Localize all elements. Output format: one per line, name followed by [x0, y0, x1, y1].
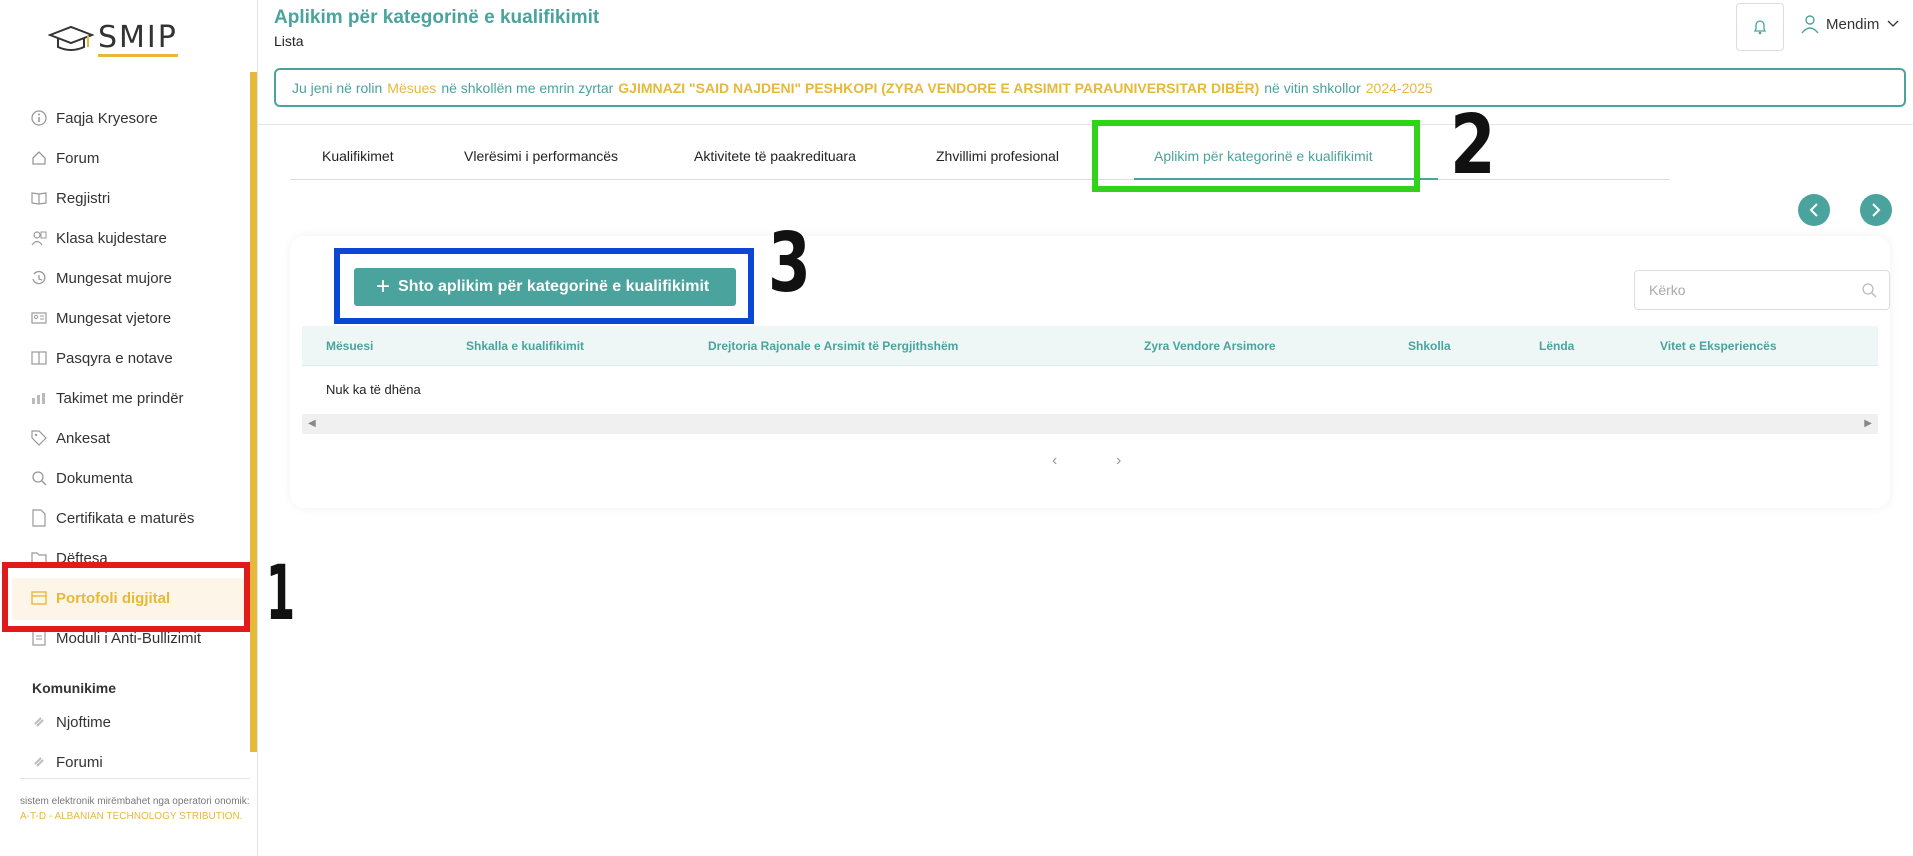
tag-icon [30, 429, 48, 447]
history-icon [30, 269, 48, 287]
book-open-icon [30, 349, 48, 367]
sidebar-item-label: Mungesat vjetore [56, 309, 172, 327]
sidebar-item-label: Forumi [56, 753, 103, 771]
tab-vleresimi-performances[interactable]: Vlerësimi i performancës [464, 148, 618, 164]
search-icon [1862, 283, 1877, 298]
user-name: Mendim [1826, 15, 1880, 33]
info-icon [30, 109, 48, 127]
applications-card: + Shto aplikim për kategorinë e kualifik… [290, 216, 1890, 508]
annotation-blue-box [334, 248, 754, 324]
next-button[interactable] [1860, 194, 1892, 226]
section-title-komunikime: Komunikime [32, 680, 117, 696]
column-header-lenda[interactable]: Lënda [1539, 339, 1574, 353]
sidebar-item-label: Regjistri [56, 189, 111, 207]
search-input[interactable]: Kërko [1634, 270, 1890, 310]
role-text-2: në shkollën me emrin zyrtar [441, 79, 614, 96]
table-horizontal-scrollbar[interactable]: ◀ ▶ [302, 414, 1878, 434]
empty-table-message: Nuk ka të dhëna [326, 382, 421, 397]
footer-prefix: sistem elektronik mirëmbahet nga operato… [20, 796, 250, 807]
table-header: Mësuesi Shkalla e kualifikimit Drejtoria… [302, 326, 1878, 366]
sidebar-item-dokumenta[interactable]: Dokumenta [30, 464, 133, 492]
sidebar-item-label: Mungesat mujore [56, 269, 172, 287]
sidebar-item-label: Ankesat [56, 429, 111, 447]
class-icon [30, 229, 48, 247]
file-icon [30, 509, 48, 527]
role-text-1: Ju jeni në rolin [292, 79, 383, 96]
sidebar-item-ankesat[interactable]: Ankesat [30, 424, 110, 452]
column-header-drejtoria[interactable]: Drejtoria Rajonale e Arsimit të Pergjith… [708, 339, 958, 353]
page-subtitle: Lista [274, 33, 304, 49]
tab-zhvillimi-profesional[interactable]: Zhvillimi profesional [936, 148, 1059, 164]
main-content: Aplikim për kategorinë e kualifikimit Li… [258, 0, 1913, 856]
annotation-number-2: 2 [1450, 98, 1496, 193]
sidebar-item-label: Klasa kujdestare [56, 229, 167, 247]
sidebar-item-klasa-kujdestare[interactable]: Klasa kujdestare [30, 224, 167, 252]
page-title: Aplikim për kategorinë e kualifikimit [274, 7, 600, 28]
sidebar-item-faqja-kryesore[interactable]: Faqja Kryesore [30, 104, 158, 132]
role-info-bar: Ju jeni në rolin Mësues në shkollën me e… [274, 68, 1906, 107]
scroll-left-icon[interactable]: ◀ [308, 418, 316, 429]
graduation-cap-icon [48, 25, 94, 51]
id-card-icon [30, 309, 48, 327]
sidebar-item-label: Takimet me prindër [56, 389, 184, 407]
chevron-left-icon [1809, 203, 1818, 217]
home-icon [30, 149, 48, 167]
notifications-button[interactable] [1736, 3, 1784, 51]
smip-logo[interactable]: SMIP [48, 20, 198, 60]
chevron-right-icon [1872, 203, 1881, 217]
column-header-zyra-vendore[interactable]: Zyra Vendore Arsimore [1144, 339, 1276, 353]
sidebar-item-label: Njoftime [56, 713, 112, 731]
sidebar-item-label: Certifikata e maturës [56, 509, 195, 527]
footer-divider [20, 778, 250, 779]
header-divider [258, 124, 1913, 125]
sidebar-item-mungesat-vjetore[interactable]: Mungesat vjetore [30, 304, 171, 332]
search-icon [30, 469, 48, 487]
tab-kualifikimet[interactable]: Kualifikimet [322, 148, 394, 164]
sidebar: SMIP Faqja Kryesore Forum Regjistri Klas… [0, 0, 258, 856]
bell-icon [1753, 20, 1767, 35]
role-name: Mësues [387, 79, 437, 96]
user-icon [1801, 15, 1819, 34]
sidebar-item-certifikata-e-matures[interactable]: Certifikata e maturës [30, 504, 194, 532]
link-icon [30, 713, 48, 731]
footer-note: sistem elektronik mirëmbahet nga operato… [20, 794, 250, 824]
search-placeholder: Kërko [1649, 282, 1686, 298]
sidebar-item-njoftime[interactable]: Njoftime [30, 708, 111, 736]
annotation-green-box [1092, 120, 1420, 192]
school-name: GJIMNAZI "SAID NAJDENI" PESHKOPI (ZYRA V… [618, 79, 1260, 96]
sidebar-item-forum[interactable]: Forum [30, 144, 99, 172]
column-header-shkolla[interactable]: Shkolla [1408, 339, 1451, 353]
sidebar-scrollbar-thumb[interactable] [250, 72, 257, 752]
pagination-next-icon[interactable]: › [1116, 452, 1121, 470]
sidebar-item-takimet-me-prinder[interactable]: Takimet me prindër [30, 384, 184, 412]
pagination-prev-icon[interactable]: ‹ [1052, 452, 1057, 470]
sidebar-item-label: Forum [56, 149, 100, 167]
tab-aktivitete-paakredituara[interactable]: Aktivitete të paakredituara [694, 148, 856, 164]
sidebar-item-pasqyra-e-notave[interactable]: Pasqyra e notave [30, 344, 173, 372]
sidebar-item-regjistri[interactable]: Regjistri [30, 184, 110, 212]
previous-button[interactable] [1798, 194, 1830, 226]
scroll-right-icon[interactable]: ▶ [1864, 418, 1872, 429]
logo-text: SMIP [98, 20, 178, 57]
school-year: 2024-2025 [1365, 79, 1433, 96]
annotation-number-3: 3 [768, 216, 811, 311]
chevron-down-icon [1887, 20, 1899, 27]
sidebar-item-label: Moduli i Anti-Bullizimit [56, 629, 202, 647]
sidebar-item-mungesat-mujore[interactable]: Mungesat mujore [30, 264, 172, 292]
sidebar-item-forumi[interactable]: Forumi [30, 748, 103, 776]
column-header-vitet-eksperiences[interactable]: Vitet e Eksperiencës [1660, 339, 1777, 353]
sidebar-item-label: Faqja Kryesore [56, 109, 158, 127]
sidebar-item-label: Dokumenta [56, 469, 133, 487]
book-icon [30, 189, 48, 207]
footer-company[interactable]: A-T-D - ALBANIAN TECHNOLOGY STRIBUTION. [20, 811, 242, 822]
column-header-mesuesi[interactable]: Mësuesi [326, 339, 373, 353]
chart-icon [30, 389, 48, 407]
link-icon [30, 753, 48, 771]
role-text-3: në vitin shkollor [1264, 79, 1361, 96]
annotation-red-box [2, 562, 250, 632]
user-menu[interactable]: Mendim [1800, 14, 1899, 34]
column-header-shkalla[interactable]: Shkalla e kualifikimit [466, 339, 584, 353]
sidebar-item-label: Pasqyra e notave [56, 349, 173, 367]
